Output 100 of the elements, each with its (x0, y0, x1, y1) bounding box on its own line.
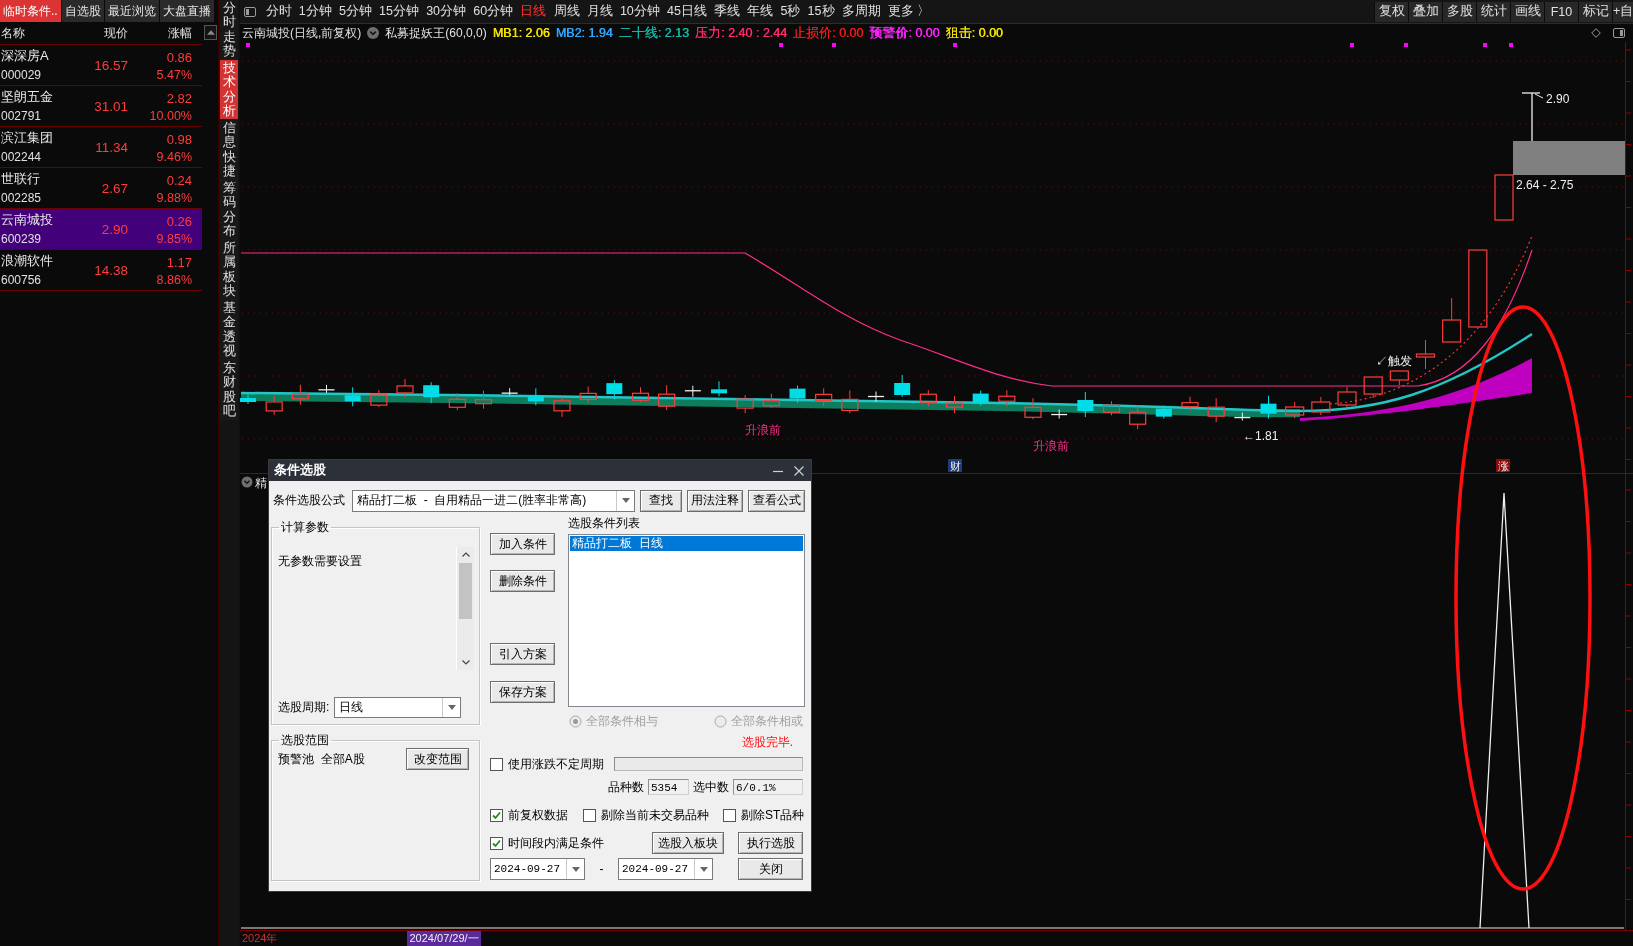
checkbox[interactable] (490, 836, 503, 850)
date-dropdown[interactable]: 2024-09-27 (490, 858, 585, 880)
high-price-label: 2.90 (1546, 92, 1570, 106)
dialog-button[interactable]: 改变范围 (406, 748, 469, 770)
checkbox[interactable] (490, 808, 503, 822)
scope-value: 预警池 全部A股 (278, 750, 365, 768)
candlestick (894, 374, 911, 398)
dialog-button[interactable]: 保存方案 (490, 681, 555, 703)
candlestick (1129, 404, 1147, 430)
dialog-button[interactable]: 删除条件 (490, 570, 555, 592)
stock-code: 000029 (0, 68, 43, 82)
tool-button[interactable]: 叠加 (1408, 1, 1442, 22)
period-tab[interactable]: 60分钟 (469, 1, 517, 22)
tool-button[interactable]: 复权 (1374, 1, 1408, 22)
tool-button[interactable]: 标记 (1578, 1, 1612, 22)
view-tab[interactable]: 信息快捷 (220, 120, 238, 180)
period-tab[interactable]: 10分钟 (616, 1, 664, 22)
period-tab[interactable]: 45日线 (663, 1, 711, 22)
axis-label: 2024/07/29/一 (407, 931, 481, 946)
scroll-up-button[interactable] (204, 25, 217, 40)
condition-list[interactable]: 精品打二板 日线 (568, 534, 805, 707)
checkbox-label: 剔除当前未交易品种 (601, 806, 709, 824)
column-header[interactable]: 名称 (0, 24, 25, 42)
view-tab[interactable]: 技术分析 (220, 60, 238, 120)
checkbox[interactable] (490, 757, 503, 771)
stock-row[interactable]: 坚朗五金 002791 31.01 2.82 10.00% (0, 86, 202, 127)
chevron-up-icon[interactable] (461, 552, 470, 557)
tool-button[interactable]: 画线 (1510, 1, 1544, 22)
period-tab[interactable]: 多周期 (838, 1, 885, 22)
panel-toggle-icon[interactable] (1613, 28, 1625, 38)
column-header[interactable]: 现价 (104, 24, 128, 42)
chevron-down-icon[interactable] (241, 476, 253, 488)
parameter-note: 无参数需要设置 (278, 553, 363, 570)
candlestick (867, 391, 885, 402)
stock-row[interactable]: 云南城投 600239 2.90 0.26 9.85% (0, 209, 202, 250)
view-tab[interactable]: 筹码分布 (220, 180, 238, 240)
list-tab[interactable]: 自选股 (61, 0, 104, 22)
field-label: 条件选股公式 (273, 492, 346, 509)
dialog-button[interactable]: 关闭 (738, 858, 803, 880)
tool-button[interactable]: +自 (1612, 1, 1633, 22)
list-tab[interactable]: 临时条件.. (0, 0, 61, 22)
checkbox[interactable] (723, 808, 736, 822)
event-tag: 财 (948, 459, 962, 472)
close-icon[interactable] (793, 464, 805, 477)
chevron-down-icon[interactable] (461, 660, 470, 665)
dialog-button[interactable]: 查看公式 (748, 489, 805, 512)
dialog-button[interactable]: 查找 (640, 489, 682, 512)
view-tab[interactable]: 所属板块 (220, 240, 238, 300)
dropdown-arrow-icon (447, 705, 456, 710)
dialog-button[interactable]: 引入方案 (490, 643, 555, 665)
tool-button[interactable]: 统计 (1476, 1, 1510, 22)
square-marker-icon (246, 43, 250, 47)
column-header[interactable]: 涨幅 (168, 24, 192, 42)
period-tab[interactable]: 月线 (583, 1, 617, 22)
period-tab[interactable]: 日线 (516, 1, 550, 22)
period-tab[interactable]: 5秒 (776, 1, 804, 22)
diamond-icon[interactable] (1591, 28, 1601, 38)
period-tab[interactable]: 15分钟 (375, 1, 423, 22)
tool-button[interactable]: 多股 (1442, 1, 1476, 22)
stock-row[interactable]: 滨江集团 002244 11.34 0.98 9.46% (0, 127, 202, 168)
formula-dropdown[interactable]: 精品打二板 - 自用精品一进二(胜率非常高) (352, 489, 635, 512)
panel-toggle-icon[interactable] (244, 6, 256, 17)
candlestick (1311, 396, 1331, 416)
date-dropdown[interactable]: 2024-09-27 (618, 858, 713, 880)
view-tab[interactable]: 分时走势 (220, 0, 238, 60)
candlestick (1337, 386, 1357, 408)
checkbox[interactable] (583, 808, 596, 822)
period-tab[interactable]: 1分钟 (295, 1, 336, 22)
condition-item[interactable]: 精品打二板 日线 (570, 536, 803, 551)
dialog-button[interactable]: 选股入板块 (652, 832, 724, 854)
period-tab[interactable]: 周线 (549, 1, 584, 22)
count-field: 6/0.1% (733, 779, 803, 795)
view-tab[interactable]: 东财股吧 (220, 360, 238, 420)
candlestick (370, 389, 388, 408)
scrollbar-thumb[interactable] (459, 563, 472, 619)
tool-button[interactable]: F10 (1544, 1, 1578, 22)
period-tab[interactable]: 分时 (262, 1, 296, 22)
list-tab[interactable]: 最近浏览 (104, 0, 159, 22)
chevron-down-icon[interactable] (367, 27, 380, 39)
formula-name: 私募捉妖王(60,0,0) (385, 24, 487, 42)
view-tab[interactable]: 基金透视 (220, 300, 238, 360)
dialog-button[interactable]: 加入条件 (490, 533, 555, 555)
stock-row[interactable]: 浪潮软件 600756 14.38 1.17 8.86% (0, 250, 202, 291)
square-marker-icon (779, 43, 783, 47)
list-tab[interactable]: 大盘直播 (159, 0, 214, 22)
period-dropdown[interactable]: 日线 (334, 697, 462, 718)
period-tab[interactable]: 15秒 (804, 1, 839, 22)
period-tab[interactable]: 年线 (743, 1, 777, 22)
period-tab[interactable]: 5分钟 (335, 1, 376, 22)
period-tab[interactable]: 30分钟 (422, 1, 470, 22)
candlestick (1442, 297, 1462, 343)
candlestick (1260, 395, 1277, 420)
period-tab[interactable]: 季线 (710, 1, 744, 22)
dialog-button[interactable]: 执行选股 (738, 832, 803, 854)
scrollbar[interactable] (456, 547, 474, 670)
change-percent: 9.85% (156, 232, 192, 246)
period-tab[interactable]: 更多 〉 (884, 1, 934, 22)
dialog-button[interactable]: 用法注释 (687, 489, 743, 512)
candlestick (1077, 391, 1094, 418)
stock-row[interactable]: 深深房A 000029 16.57 0.86 5.47% (0, 45, 202, 86)
